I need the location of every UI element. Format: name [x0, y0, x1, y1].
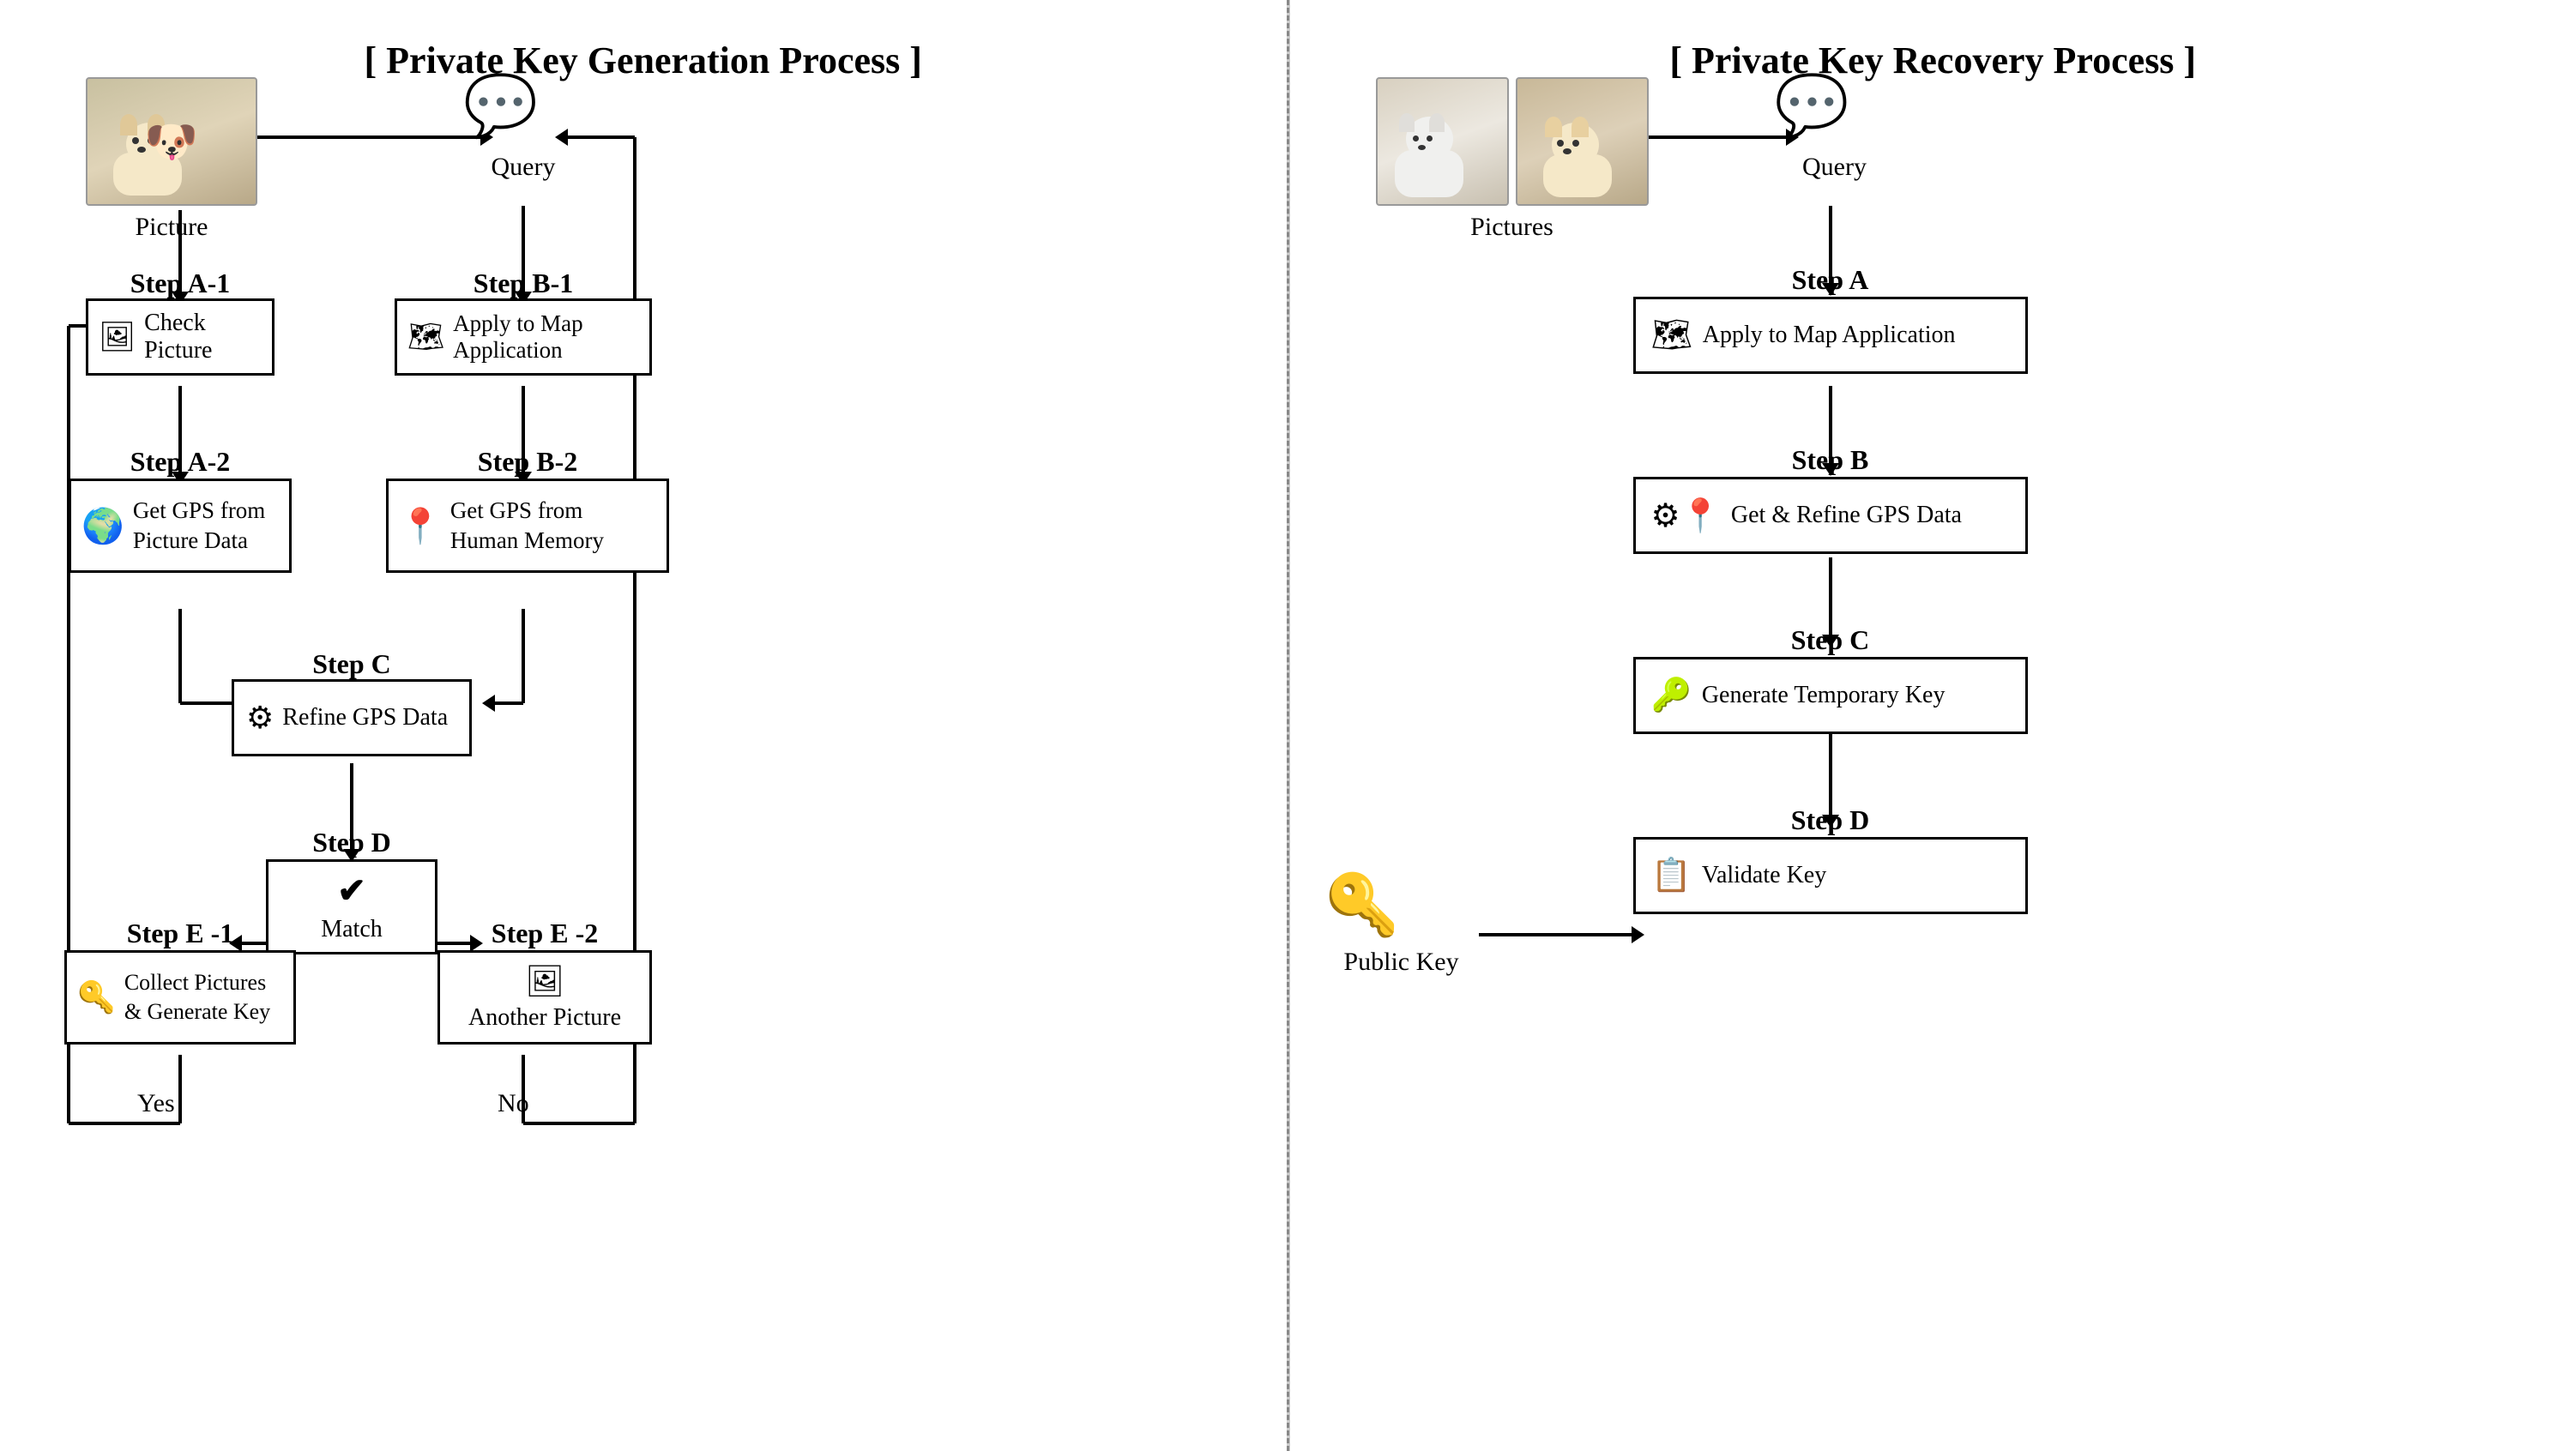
- step-b-label-right: Step B: [1633, 444, 2028, 476]
- left-panel-title: [ Private Key Generation Process ]: [17, 39, 1270, 82]
- step-a-box-right: 🗺 Apply to Map Application: [1633, 297, 2028, 374]
- dog-photo-left: [86, 77, 257, 206]
- step-b1-box: 🗺 Apply to Map Application: [395, 298, 652, 376]
- public-key-label: Public Key: [1316, 948, 1487, 977]
- step-c-box-left: ⚙ Refine GPS Data: [232, 679, 472, 756]
- step-b1-label: Step B-1: [395, 268, 652, 299]
- step-e1-label: Step E -1: [73, 918, 287, 949]
- step-a1-box: 🖼 Check Picture: [86, 298, 274, 376]
- no-label: No: [498, 1089, 529, 1118]
- step-c-label-right: Step C: [1633, 624, 2028, 656]
- step-c-box-right: 🔑 Generate Temporary Key: [1633, 657, 2028, 734]
- step-b-box-right: ⚙📍 Get & Refine GPS Data: [1633, 477, 2028, 554]
- step-d-box-left: ✔ Match: [266, 859, 437, 954]
- right-panel-title: [ Private Key Recovery Process ]: [1307, 39, 2560, 82]
- left-panel: [ Private Key Generation Process ]: [0, 0, 1287, 1451]
- left-flow-content: [ Private Key Generation Process ]: [17, 26, 1270, 1425]
- step-d-label-right: Step D: [1633, 804, 2028, 836]
- yes-label: Yes: [137, 1089, 175, 1118]
- public-key-icon: 🔑: [1324, 870, 1399, 941]
- step-e1-box: 🔑 Collect Pictures & Generate Key: [64, 950, 296, 1045]
- step-c-label-left: Step C: [240, 648, 463, 680]
- step-e2-label: Step E -2: [437, 918, 652, 949]
- step-a-label-right: Step A: [1633, 264, 2028, 296]
- query-icon-left: 💬: [463, 77, 538, 137]
- step-d-label-left: Step D: [274, 827, 429, 858]
- step-a1-label: Step A-1: [86, 268, 274, 299]
- step-a2-box: 🌍 Get GPS from Picture Data: [69, 479, 292, 573]
- query-icon-right: 💬: [1775, 77, 1849, 137]
- step-b2-box: 📍 Get GPS from Human Memory: [386, 479, 669, 573]
- query-label-left: Query: [463, 153, 583, 182]
- step-d-box-right: 📋 Validate Key: [1633, 837, 2028, 914]
- step-e2-box: 🖼 Another Picture: [437, 950, 652, 1045]
- step-a2-label: Step A-2: [69, 446, 292, 478]
- query-label-right: Query: [1775, 153, 1895, 182]
- picture-label-left: Picture: [86, 213, 257, 242]
- dog-photos-right: [1376, 77, 1649, 206]
- right-flow-content: [ Private Key Recovery Process ]: [1307, 26, 2560, 1425]
- right-panel: [ Private Key Recovery Process ]: [1290, 0, 2576, 1451]
- pictures-label-right: Pictures: [1376, 213, 1649, 242]
- step-b2-label: Step B-2: [386, 446, 669, 478]
